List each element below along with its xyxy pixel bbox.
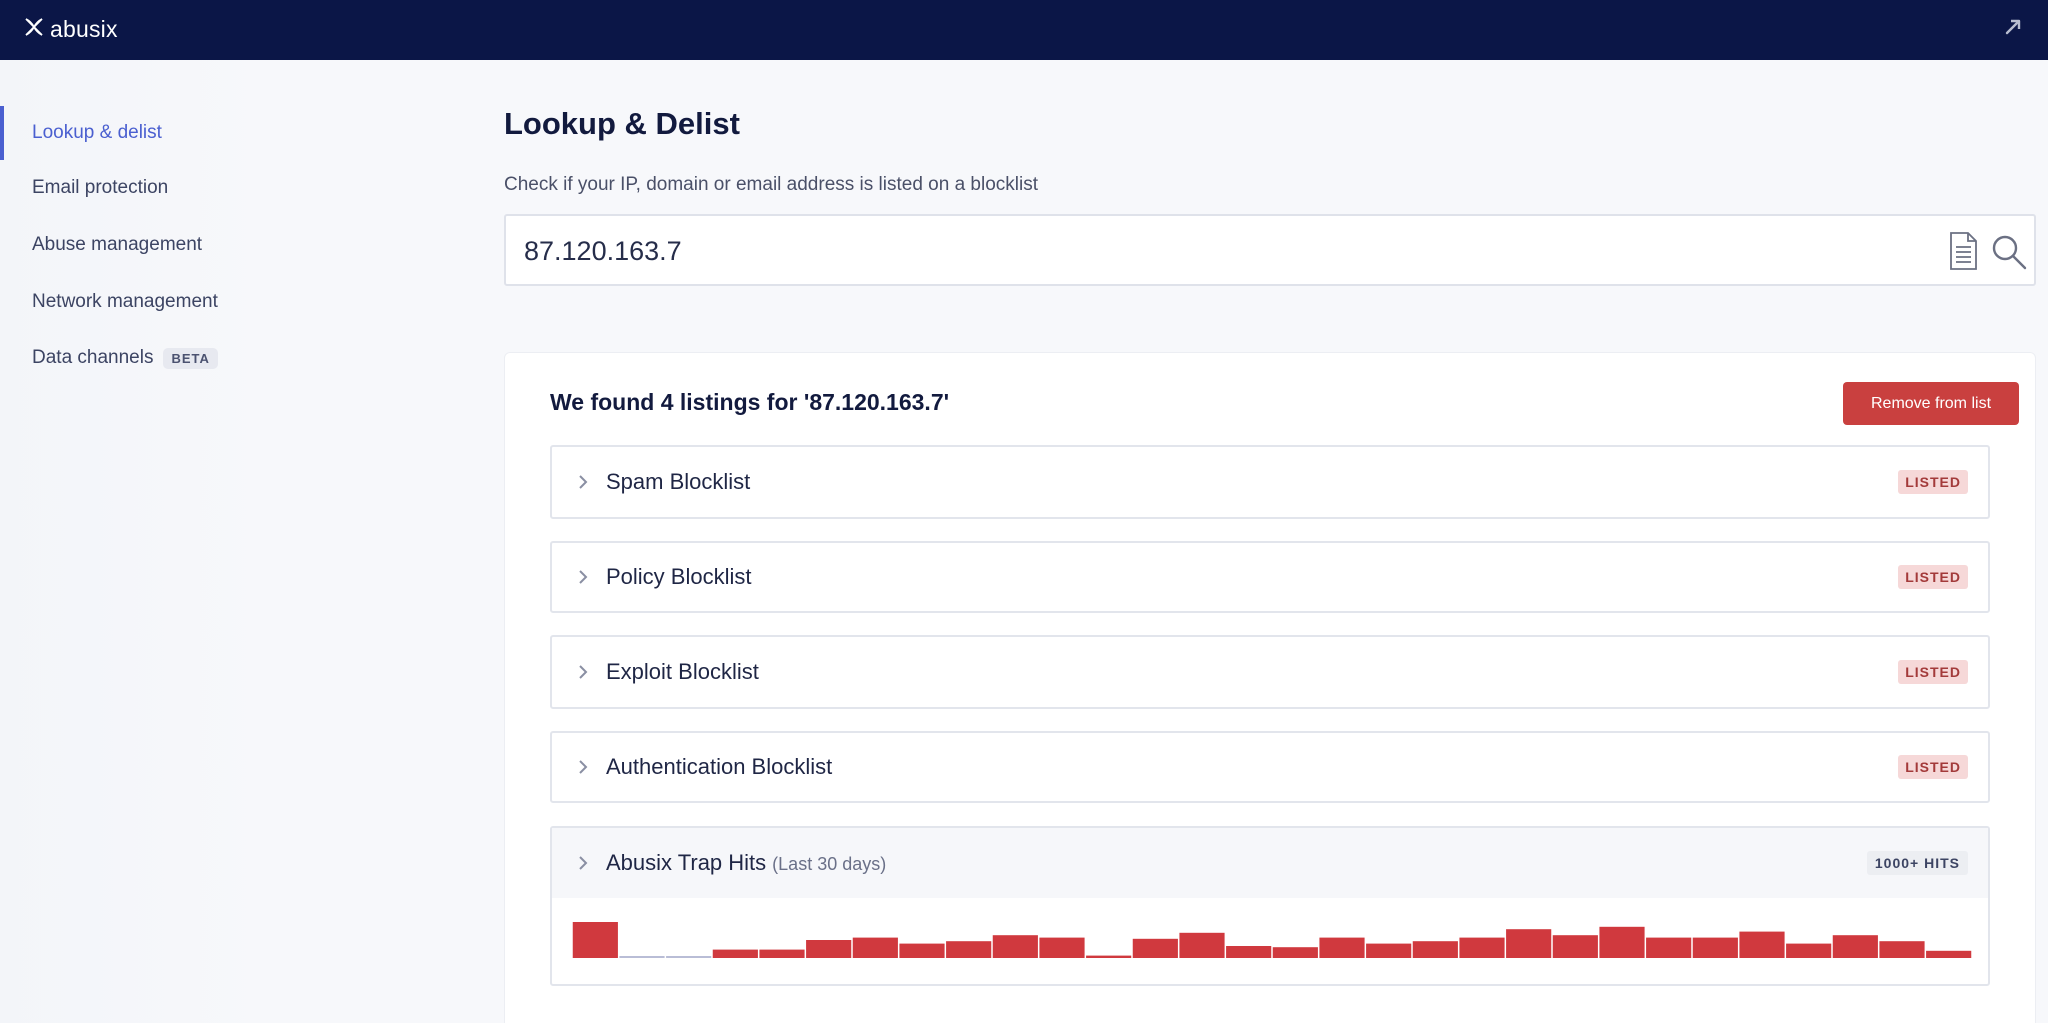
listing-name: Spam Blocklist <box>606 469 751 494</box>
trap-hits-bar[interactable] <box>806 940 852 958</box>
trap-hits-bar[interactable] <box>1272 947 1318 958</box>
search-icon[interactable] <box>1990 233 2028 271</box>
trap-hits-bar[interactable] <box>1179 932 1225 958</box>
chevron-right-icon <box>576 568 590 586</box>
sidebar-item-label: Data channels <box>32 347 154 368</box>
document-icon[interactable] <box>1946 231 1980 271</box>
trap-hits-bar[interactable] <box>1739 931 1785 958</box>
trap-hits-bar[interactable] <box>1786 943 1832 958</box>
sidebar-item-label: Network management <box>32 291 218 312</box>
trap-hits-bar[interactable] <box>1366 943 1412 958</box>
search-box <box>504 214 2036 286</box>
listing-row-authentication[interactable]: Authentication Blocklist LISTED <box>550 731 1990 803</box>
listed-badge: LISTED <box>1898 755 1968 779</box>
listing-row-policy[interactable]: Policy Blocklist LISTED <box>550 541 1990 613</box>
remove-from-list-button[interactable]: Remove from list <box>1843 382 2019 425</box>
trap-hits-bar[interactable] <box>1832 935 1878 958</box>
collapse-icon <box>2003 17 2023 42</box>
trap-hits-bar[interactable] <box>619 956 665 958</box>
trap-hits-chart <box>572 922 1972 958</box>
trap-hits-panel: Abusix Trap Hits (Last 30 days) 1000+ HIT… <box>550 826 1990 986</box>
sidebar: Lookup & delist Email protection Abuse m… <box>0 60 440 1023</box>
trap-hits-bar[interactable] <box>992 935 1038 958</box>
sidebar-item-network-management[interactable]: Network management <box>0 275 440 329</box>
collapse-sidebar-button[interactable] <box>2000 16 2026 42</box>
sidebar-item-label: Lookup & delist <box>32 122 162 143</box>
logo[interactable]: abusix <box>22 14 118 44</box>
trap-hits-bar[interactable] <box>712 949 758 958</box>
sidebar-item-label: Abuse management <box>32 234 203 255</box>
top-bar: abusix <box>0 0 2048 60</box>
trap-hits-bar[interactable] <box>1459 937 1505 958</box>
trap-hits-bar[interactable] <box>1879 941 1925 958</box>
trap-hits-label: Abusix Trap Hits (Last 30 days) <box>606 850 886 876</box>
trap-hits-header[interactable]: Abusix Trap Hits (Last 30 days) 1000+ HIT… <box>552 828 1988 898</box>
sidebar-item-abuse-management[interactable]: Abuse management <box>0 218 440 272</box>
chevron-right-icon <box>576 854 590 872</box>
page-title: Lookup & Delist <box>504 106 740 141</box>
search-input[interactable] <box>524 226 1824 276</box>
sidebar-item-email-protection[interactable]: Email protection <box>0 161 440 215</box>
listing-row-exploit[interactable]: Exploit Blocklist LISTED <box>550 635 1990 709</box>
trap-hits-period: (Last 30 days) <box>772 854 887 874</box>
trap-hits-bar[interactable] <box>1086 955 1132 958</box>
trap-hits-bar[interactable] <box>1226 946 1272 958</box>
trap-hits-bar[interactable] <box>852 937 898 958</box>
listing-name: Exploit Blocklist <box>606 659 759 684</box>
trap-hits-bar[interactable] <box>1039 937 1085 958</box>
page-subtitle: Check if your IP, domain or email addres… <box>504 174 1039 195</box>
trap-hits-bar[interactable] <box>1319 937 1365 958</box>
trap-hits-bar[interactable] <box>1599 926 1645 958</box>
listing-name: Authentication Blocklist <box>606 754 833 779</box>
trap-hits-bar[interactable] <box>572 922 618 958</box>
hits-badge: 1000+ HITS <box>1866 851 1968 875</box>
beta-badge: BETA <box>163 347 218 369</box>
trap-hits-bar[interactable] <box>1506 929 1552 958</box>
results-heading: We found 4 listings for '87.120.163.7' <box>550 389 950 415</box>
trap-hits-bar[interactable] <box>1552 935 1598 958</box>
trap-hits-bar[interactable] <box>1692 937 1738 958</box>
sidebar-item-data-channels[interactable]: Data channels BETA <box>0 331 440 385</box>
listed-badge: LISTED <box>1898 660 1968 684</box>
trap-hits-bar[interactable] <box>1132 938 1178 958</box>
logo-text: abusix <box>50 15 118 42</box>
trap-hits-name: Abusix Trap Hits <box>606 850 767 875</box>
sidebar-item-lookup-delist[interactable]: Lookup & delist <box>0 106 440 160</box>
trap-hits-bar[interactable] <box>666 956 712 958</box>
abusix-logo-icon <box>22 15 46 44</box>
listing-row-spam[interactable]: Spam Blocklist LISTED <box>550 445 1990 519</box>
listed-badge: LISTED <box>1898 565 1968 589</box>
listed-badge: LISTED <box>1898 470 1968 494</box>
sidebar-item-label: Email protection <box>32 177 169 198</box>
trap-hits-bar[interactable] <box>1926 950 1972 958</box>
chevron-right-icon <box>576 473 590 491</box>
trap-hits-bar[interactable] <box>1646 937 1692 958</box>
trap-hits-bar[interactable] <box>946 941 992 958</box>
listing-name: Policy Blocklist <box>606 564 752 589</box>
trap-hits-bar[interactable] <box>1412 941 1458 958</box>
results-card: We found 4 listings for '87.120.163.7' R… <box>504 352 2036 1023</box>
chevron-right-icon <box>576 663 590 681</box>
trap-hits-bar[interactable] <box>899 943 945 958</box>
trap-hits-bar[interactable] <box>759 949 805 958</box>
chevron-right-icon <box>576 758 590 776</box>
